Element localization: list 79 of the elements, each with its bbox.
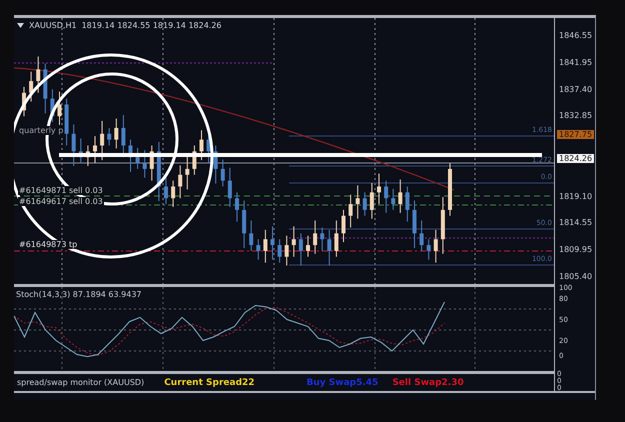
candlestick <box>100 120 104 161</box>
candlestick <box>298 232 303 266</box>
candlestick <box>342 209 346 243</box>
candlestick <box>440 196 445 254</box>
candlestick <box>263 229 268 264</box>
candlestick <box>72 124 76 166</box>
candlestick <box>334 220 338 258</box>
candlestick <box>448 162 452 216</box>
candlestick <box>93 136 97 164</box>
candlestick <box>249 220 254 252</box>
candlestick <box>86 145 90 166</box>
price-label: 1841.95 <box>559 58 592 67</box>
price-label: 1832.85 <box>559 111 592 120</box>
indicator-title: Stoch(14,3,3) 87.1894 63.9437 <box>16 290 142 299</box>
candlestick <box>178 164 182 199</box>
candlestick <box>128 139 132 172</box>
candlestick <box>398 178 402 214</box>
line-label: #61649617 sell 0.03 <box>18 197 104 206</box>
candlestick <box>136 147 140 170</box>
candlestick <box>114 118 118 149</box>
candlestick <box>228 167 232 208</box>
candlestick <box>43 63 48 114</box>
bid-price-badge: 1824.26 <box>557 154 594 163</box>
candlestick <box>150 145 154 182</box>
spread-value: Current Spread22 <box>164 378 255 388</box>
candlestick <box>192 145 196 176</box>
candlestick <box>434 229 438 264</box>
indicator-title: spread/swap monitor (XAUUSD) <box>17 378 144 387</box>
price-label: 1819.10 <box>559 192 592 201</box>
candlestick <box>313 220 318 254</box>
ask-price-badge: 1827.75 <box>557 130 594 139</box>
candlestick <box>220 159 225 187</box>
candlestick <box>185 156 190 190</box>
candlestick <box>384 180 388 214</box>
candlestick <box>412 200 416 248</box>
candlestick <box>36 56 40 94</box>
line-label: quarterly p <box>18 126 64 135</box>
candlestick <box>142 150 147 178</box>
candlestick <box>405 186 410 222</box>
price-label: 1809.95 <box>559 245 592 254</box>
price-label: 1814.55 <box>559 218 592 227</box>
candlestick <box>242 200 246 248</box>
candlestick <box>377 173 381 205</box>
candlestick <box>22 86 26 117</box>
candlestick <box>370 182 374 220</box>
price-label: 1837.40 <box>559 85 592 94</box>
candlestick <box>327 229 332 266</box>
price-label: 1846.55 <box>559 31 592 40</box>
candlestick <box>78 138 83 164</box>
line-label: #61649873 tp <box>18 240 78 249</box>
candlestick <box>64 98 69 146</box>
candlestick <box>58 91 62 126</box>
candlestick <box>284 235 289 266</box>
candlestick <box>306 235 310 258</box>
candlestick <box>270 226 274 260</box>
chart-ohlc: 1819.14 1824.55 1819.14 1824.26 <box>82 21 222 30</box>
candlestick <box>426 238 431 260</box>
candlestick <box>420 220 424 252</box>
candlestick <box>214 145 218 184</box>
candlestick <box>356 184 360 220</box>
candlestick <box>171 180 176 208</box>
spread-value: Buy Swap5.45 <box>306 378 378 388</box>
candlestick <box>278 238 282 264</box>
candlestick <box>362 192 367 216</box>
spread-value: Sell Swap2.30 <box>392 378 464 388</box>
candlestick <box>292 226 296 258</box>
candlestick <box>348 194 353 228</box>
line-label: #61649871 sell 0.03 <box>18 186 104 195</box>
chart-symbol: XAUUSD,H1 <box>29 21 77 30</box>
candlestick <box>391 188 396 210</box>
candlestick <box>235 192 239 222</box>
candlestick <box>107 127 112 146</box>
candlestick <box>320 227 324 252</box>
price-label: 1805.40 <box>559 272 592 281</box>
dropdown-triangle-icon[interactable] <box>17 23 24 28</box>
candlestick <box>200 130 204 161</box>
candlestick <box>256 238 260 260</box>
candlestick <box>50 88 54 123</box>
candlestick <box>29 71 34 102</box>
